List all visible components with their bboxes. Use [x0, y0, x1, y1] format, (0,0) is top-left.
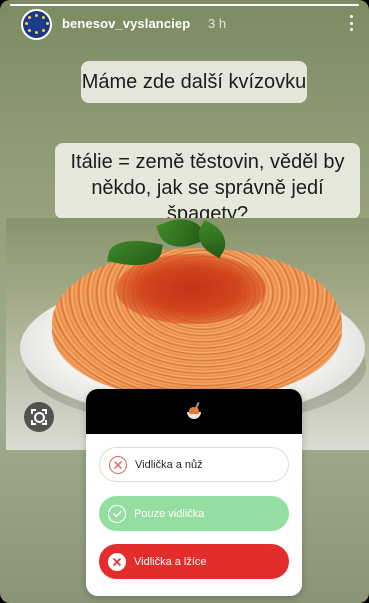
quiz-option-label: Vidlička a nůž — [135, 458, 203, 471]
post-time: 3 h — [208, 16, 227, 31]
quiz-option-fork-and-knife[interactable]: Vidlička a nůž — [99, 447, 289, 482]
caption-question-line-1: Itálie = země těstovin, věděl by — [70, 151, 345, 173]
quiz-options: Vidlička a nůž Pouze vidlička Vidlička a… — [86, 434, 302, 596]
avatar-image — [23, 11, 50, 38]
quiz-option-label: Pouze vidlička — [134, 507, 205, 520]
story-viewer[interactable]: benesov_vyslanciep 3 h Máme zde další kv… — [0, 0, 369, 603]
username[interactable]: benesov_vyslanciep — [62, 16, 190, 31]
caption-intro-text: Máme zde další kvízovku — [81, 71, 307, 93]
quiz-option-fork-only[interactable]: Pouze vidlička — [99, 496, 289, 531]
caption-intro: Máme zde další kvízovku — [81, 61, 307, 103]
x-circle-icon — [109, 455, 127, 474]
quiz-option-fork-and-spoon[interactable]: Vidlička a lžíce — [99, 544, 289, 579]
quiz-option-label: Vidlička a lžíce — [134, 555, 207, 568]
caption-question: Itálie = země těstovin, věděl by někdo, … — [55, 143, 360, 225]
quiz-header — [86, 389, 302, 434]
check-circle-icon — [108, 504, 126, 523]
lens-scan-icon[interactable] — [24, 402, 54, 432]
spaghetti-icon — [187, 401, 201, 419]
story-header: benesov_vyslanciep 3 h — [0, 0, 369, 50]
avatar[interactable] — [21, 9, 52, 40]
more-vertical-icon[interactable] — [343, 13, 359, 33]
quiz-sticker: Vidlička a nůž Pouze vidlička Vidlička a… — [86, 389, 302, 596]
x-circle-icon — [108, 552, 126, 571]
